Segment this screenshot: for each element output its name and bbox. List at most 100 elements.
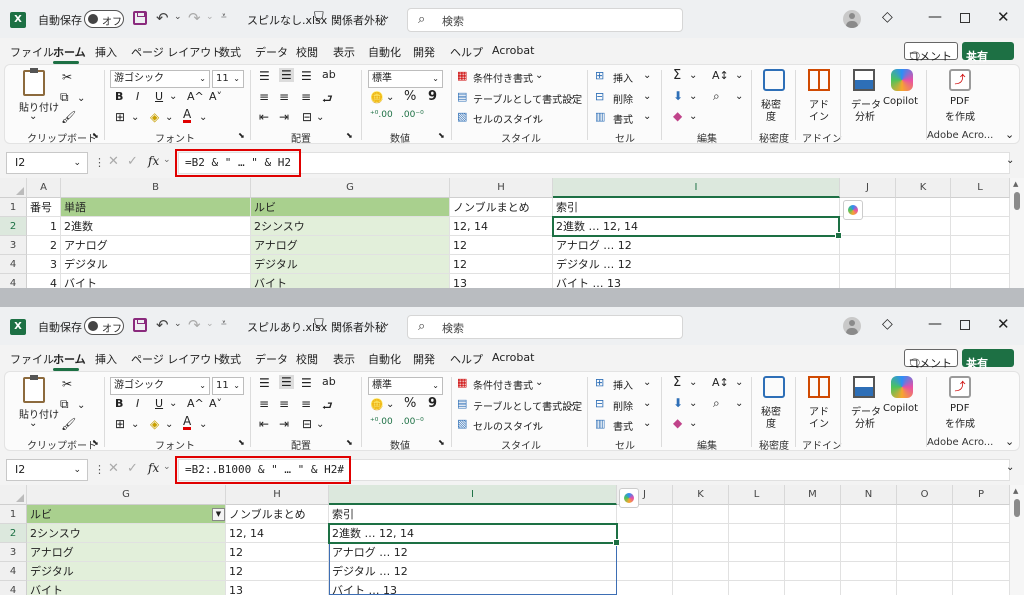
cell-I4[interactable]: デジタル … 12 — [553, 255, 840, 274]
tab-9[interactable]: 開発 — [413, 44, 435, 60]
column-header-A[interactable]: A — [27, 178, 61, 198]
autosum-icon[interactable]: Σ — [673, 68, 681, 83]
cell-L1[interactable] — [951, 198, 1010, 217]
tab-9[interactable]: 開発 — [413, 351, 435, 367]
maximize-icon[interactable] — [960, 320, 970, 330]
conditional-format-button[interactable]: 条件付き書式 — [473, 377, 533, 392]
avatar[interactable] — [843, 10, 861, 28]
chevron-down-icon[interactable]: ⌄ — [163, 462, 171, 472]
underline-button[interactable]: U — [155, 397, 163, 410]
bold-button[interactable]: B — [115, 90, 123, 103]
row-header[interactable]: 4 — [0, 274, 27, 288]
formula-input[interactable]: =B2 & " … " & H2 — [178, 152, 1010, 174]
fill-color-icon[interactable]: ◈ — [150, 417, 159, 431]
cell-L2[interactable] — [951, 217, 1010, 236]
chevron-down-icon[interactable]: ⌄ — [689, 398, 697, 409]
font-color-icon[interactable]: A — [183, 108, 192, 123]
sensitivity-icon[interactable] — [763, 376, 785, 398]
chevron-down-icon[interactable]: ⌄ — [643, 70, 651, 81]
chevron-down-icon[interactable]: ⌄ — [643, 111, 651, 122]
search-input[interactable]: ⌕ 検索 — [407, 315, 683, 339]
paste-button[interactable]: 貼り付け — [19, 406, 59, 421]
chevron-down-icon[interactable]: ⌄ — [689, 418, 697, 429]
tab-10[interactable]: ヘルプ — [450, 44, 483, 60]
enter-icon[interactable]: ✓ — [127, 461, 138, 476]
fill-down-icon[interactable]: ⬇ — [673, 396, 683, 410]
cell-G2[interactable]: 2シンスウ — [251, 217, 450, 236]
decrease-decimal-icon[interactable]: .00⁻⁰ — [401, 110, 424, 120]
analyze-data-line2[interactable]: 分析 — [855, 108, 875, 123]
cell-H4[interactable]: 12 — [226, 562, 329, 581]
row-header[interactable]: 2 — [0, 524, 27, 543]
find-select-icon[interactable]: ⌕ — [713, 396, 720, 411]
chevron-down-icon[interactable]: ⌄ — [643, 91, 651, 102]
cell-K1[interactable] — [896, 198, 951, 217]
cell-H1[interactable]: ノンブルまとめ — [226, 505, 329, 524]
decrease-decimal-icon[interactable]: .00⁻⁰ — [401, 417, 424, 427]
tab-2[interactable]: 挿入 — [95, 44, 117, 60]
orientation-icon[interactable]: ab — [322, 375, 336, 388]
cell-N3[interactable] — [841, 543, 897, 562]
column-header-H[interactable]: H — [450, 178, 553, 198]
chevron-down-icon[interactable]: ⌄ — [535, 70, 543, 81]
tab-1[interactable]: ホーム — [53, 351, 86, 367]
row-header[interactable]: 3 — [0, 543, 27, 562]
scroll-up-icon[interactable]: ▲ — [1013, 180, 1018, 188]
increase-decimal-icon[interactable]: ⁺⁰.00 — [370, 417, 393, 427]
chevron-down-icon[interactable]: ⌄ — [689, 91, 697, 102]
number-format-select[interactable]: 標準 ⌄ — [368, 70, 443, 88]
cell-G2[interactable]: 2シンスウ — [27, 524, 226, 543]
cell-P2[interactable] — [953, 524, 1010, 543]
row-header[interactable]: 4 — [0, 562, 27, 581]
chevron-down-icon[interactable]: ⌄ — [689, 111, 697, 122]
cell-H3[interactable]: 12 — [226, 543, 329, 562]
cell-J4[interactable] — [617, 562, 673, 581]
cut-icon[interactable]: ✂ — [62, 377, 72, 391]
insert-cells-button[interactable]: 挿入 — [613, 377, 633, 392]
table-format-button[interactable]: テーブルとして書式設定 — [473, 398, 582, 413]
tab-4[interactable]: 数式 — [219, 351, 241, 367]
cell-M5[interactable] — [785, 581, 841, 595]
merge-center-icon[interactable]: ⊟ — [302, 417, 312, 431]
vertical-scrollbar[interactable]: ▲ — [1010, 485, 1024, 595]
tab-3[interactable]: ページ レイアウト — [131, 44, 222, 60]
cell-B2[interactable]: 2進数 — [61, 217, 251, 236]
cell-K5[interactable] — [673, 581, 729, 595]
tab-8[interactable]: 自動化 — [368, 351, 401, 367]
column-header-J[interactable]: J — [840, 178, 896, 198]
chevron-down-icon[interactable]: ⌄ — [29, 418, 37, 429]
row-header[interactable]: 2 — [0, 217, 27, 236]
font-name-select[interactable]: 游ゴシック ⌄ — [110, 70, 210, 88]
insert-function-icon[interactable]: fx — [148, 461, 159, 475]
chevron-down-icon[interactable]: ⌄ — [735, 91, 743, 102]
pdf-icon[interactable]: ⤴ — [949, 69, 971, 91]
cell-N4[interactable] — [841, 562, 897, 581]
redo-dropdown-icon[interactable]: ⌄ — [206, 319, 214, 329]
currency-icon[interactable]: 🪙 — [370, 398, 384, 411]
more-icon[interactable]: ⋮ — [94, 156, 105, 169]
cell-L3[interactable] — [729, 543, 785, 562]
dialog-launcher-icon[interactable]: ⬊ — [92, 131, 99, 140]
tab-11[interactable]: Acrobat — [492, 351, 534, 364]
insert-cells-button[interactable]: 挿入 — [613, 70, 633, 85]
cell-K3[interactable] — [673, 543, 729, 562]
cell-O1[interactable] — [897, 505, 953, 524]
cell-A1[interactable]: 番号 — [27, 198, 61, 217]
tab-0[interactable]: ファイル — [10, 351, 54, 367]
expand-formula-icon[interactable]: ⌄ — [1006, 462, 1014, 473]
percent-button[interactable]: % — [404, 396, 416, 411]
share-button[interactable]: ⇪ 共有 ⌄ — [962, 42, 1014, 63]
align-top-icon[interactable]: ☰ — [259, 69, 270, 83]
cell-K4[interactable] — [896, 255, 951, 274]
cell-H5[interactable]: 13 — [226, 581, 329, 595]
font-color-icon[interactable]: A — [183, 415, 192, 430]
close-icon[interactable]: ✕ — [997, 315, 1010, 333]
row-header[interactable]: 4 — [0, 255, 27, 274]
create-pdf-line1[interactable]: PDF — [950, 96, 969, 107]
cell-G5[interactable]: バイト — [27, 581, 226, 595]
vertical-scrollbar[interactable]: ▲ — [1010, 178, 1024, 288]
copilot-button[interactable]: Copilot — [883, 403, 918, 414]
tab-5[interactable]: データ — [255, 351, 288, 367]
increase-indent-icon[interactable]: ⇥ — [279, 417, 289, 431]
insert-function-icon[interactable]: fx — [148, 154, 159, 168]
